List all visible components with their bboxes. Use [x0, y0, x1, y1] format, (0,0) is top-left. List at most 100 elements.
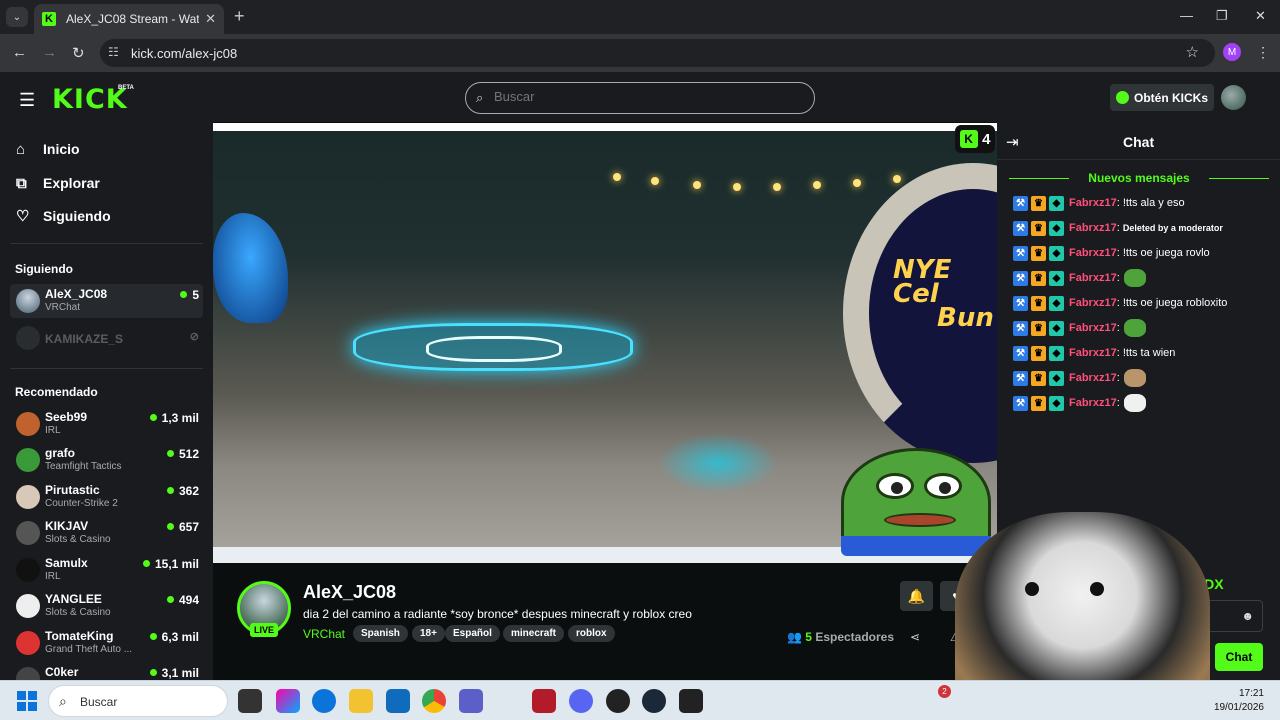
teams-icon[interactable] — [459, 689, 483, 713]
sub-badge-icon: ◆ — [1049, 345, 1064, 361]
user-avatar[interactable] — [1221, 85, 1246, 110]
channel-name: KAMIKAZE_S — [45, 332, 124, 346]
hammer-badge-icon: ⚒ — [1013, 345, 1028, 361]
avatar — [16, 631, 40, 655]
windows-start-icon[interactable] — [17, 691, 37, 711]
close-tab-icon[interactable]: ✕ — [205, 11, 216, 27]
chat-username[interactable]: Fabrxz17 — [1069, 222, 1117, 234]
beta-label: BETA — [118, 85, 134, 91]
following-channel[interactable]: KAMIKAZE_S ⊘ — [10, 321, 203, 355]
recommended-channel[interactable]: grafo Teamfight Tactics 512 — [10, 443, 203, 477]
live-badge: LIVE — [250, 623, 278, 637]
minimize-button[interactable]: — — [1180, 8, 1193, 23]
channel-name: Pirutastic — [45, 483, 100, 497]
channel-category: IRL — [45, 425, 61, 436]
obs-icon[interactable] — [606, 689, 630, 713]
task-view-icon[interactable] — [238, 689, 262, 713]
valorant-icon[interactable] — [532, 689, 556, 713]
emoji-picker-icon[interactable]: ☻ — [1241, 609, 1254, 623]
search-input[interactable] — [494, 89, 794, 104]
sidebar-item-siguiendo[interactable]: ♡ Siguiendo — [16, 205, 111, 227]
new-messages-divider[interactable]: Nuevos mensajes — [1009, 171, 1269, 185]
taskbar-clock[interactable]: 17:21 19/01/2026 — [1208, 687, 1264, 715]
chat-message: ⚒ ♛ ◆ Fabrxz17: !tts ala y eso — [1013, 193, 1185, 213]
back-button[interactable]: ← — [12, 44, 27, 61]
pepe-emote-icon — [1123, 269, 1146, 287]
browser-profile-avatar[interactable]: M — [1223, 43, 1241, 61]
notification-bell-button[interactable]: 🔔 — [900, 581, 933, 611]
get-kicks-button[interactable]: Obtén KICKs — [1110, 84, 1214, 111]
share-icon[interactable]: ⋖ — [910, 630, 920, 644]
tag[interactable]: Spanish — [353, 625, 408, 642]
steam-icon[interactable] — [642, 689, 666, 713]
streamer-name[interactable]: AleX_JC08 — [303, 582, 396, 603]
recommended-channel[interactable]: Pirutastic Counter-Strike 2 362 — [10, 480, 203, 514]
video-player[interactable]: NYE Cel Bun K 4 — [213, 123, 997, 563]
address-bar-row: ← → ↻ ☷ kick.com/alex-jc08 ☆ — [0, 34, 1280, 72]
avatar — [16, 558, 40, 582]
collapse-chat-icon[interactable]: ⇥ — [1006, 133, 1019, 151]
chat-username[interactable]: Fabrxz17 — [1069, 197, 1117, 209]
sub-badge-icon: ◆ — [1049, 370, 1064, 386]
url-text[interactable]: kick.com/alex-jc08 — [131, 46, 237, 61]
tag[interactable]: Español — [445, 625, 500, 642]
url-bar[interactable]: ☷ kick.com/alex-jc08 ☆ — [100, 39, 1215, 67]
file-explorer-icon[interactable] — [349, 689, 373, 713]
chat-username[interactable]: Fabrxz17 — [1069, 397, 1117, 409]
recommended-channel[interactable]: Samulx IRL 15,1 mil — [10, 553, 203, 587]
hamburger-menu-icon[interactable]: ☰ — [19, 90, 35, 111]
stream-category[interactable]: VRChat — [303, 627, 345, 641]
reload-button[interactable]: ↻ — [72, 44, 85, 62]
maximize-button[interactable]: ❐ — [1216, 8, 1228, 24]
edge-icon[interactable] — [312, 689, 336, 713]
notification-badge[interactable]: 2 — [938, 685, 951, 698]
browser-menu-icon[interactable]: ⋮ — [1256, 44, 1270, 61]
avatar — [16, 412, 40, 436]
site-settings-icon[interactable]: ☷ — [108, 45, 119, 59]
kick-favicon-icon: K — [42, 12, 56, 26]
following-channel[interactable]: AleX_JC08 VRChat 5 — [10, 284, 203, 318]
pepe-overlay — [841, 448, 991, 556]
kick-logo[interactable]: KICK — [52, 84, 128, 115]
chat-username[interactable]: Fabrxz17 — [1069, 297, 1117, 309]
forward-button[interactable]: → — [42, 44, 57, 61]
tab-list-dropdown[interactable]: ⌄ — [6, 7, 28, 27]
sidebar-item-inicio[interactable]: ⌂ Inicio — [16, 138, 80, 160]
vr-creature — [213, 213, 288, 323]
tag[interactable]: minecraft — [503, 625, 565, 642]
chat-text: Deleted by a moderator — [1122, 223, 1223, 233]
chat-username[interactable]: Fabrxz17 — [1069, 322, 1117, 334]
chat-username[interactable]: Fabrxz17 — [1069, 372, 1117, 384]
bookmark-star-icon[interactable]: ☆ — [1186, 43, 1199, 61]
recommended-channel[interactable]: C0ker 3,1 mil — [10, 662, 203, 680]
search-box[interactable]: ⌕ — [465, 82, 815, 114]
recommended-channel[interactable]: YANGLEE Slots & Casino 494 — [10, 589, 203, 623]
chrome-icon[interactable] — [422, 689, 446, 713]
get-kicks-label: Obtén KICKs — [1133, 90, 1208, 105]
chat-username[interactable]: Fabrxz17 — [1069, 347, 1117, 359]
chat-username[interactable]: Fabrxz17 — [1069, 272, 1117, 284]
recommended-channel[interactable]: TomateKing Grand Theft Auto ... 6,3 mil — [10, 626, 203, 660]
divider — [10, 368, 203, 369]
channel-category: VRChat — [45, 302, 81, 313]
copilot-icon[interactable] — [276, 689, 300, 713]
sidebar-item-explorar[interactable]: ⧉ Explorar — [16, 172, 100, 194]
recommended-channel[interactable]: Seeb99 IRL 1,3 mil — [10, 407, 203, 441]
recommended-channel[interactable]: KIKJAV Slots & Casino 657 — [10, 516, 203, 550]
new-tab-button[interactable]: + — [234, 6, 245, 27]
browser-tab[interactable]: K AleX_JC08 Stream - Watch Live ✕ — [34, 4, 224, 34]
viewer-count: 3,1 mil — [150, 666, 199, 680]
tag[interactable]: roblox — [568, 625, 615, 642]
vrchat-icon[interactable] — [679, 689, 703, 713]
discord-icon[interactable] — [569, 689, 593, 713]
close-window-button[interactable]: ✕ — [1255, 8, 1266, 24]
taskbar-search[interactable]: ⌕ Buscar — [48, 685, 228, 717]
tag[interactable]: 18+ — [412, 625, 445, 642]
send-chat-button[interactable]: Chat — [1215, 643, 1263, 671]
outlook-icon[interactable] — [386, 689, 410, 713]
channel-category: Counter-Strike 2 — [45, 498, 118, 509]
chat-username[interactable]: Fabrxz17 — [1069, 247, 1117, 259]
viewer-count: 362 — [167, 484, 199, 498]
vr-floor-pad — [353, 323, 633, 371]
channel-category: Slots & Casino — [45, 607, 111, 618]
